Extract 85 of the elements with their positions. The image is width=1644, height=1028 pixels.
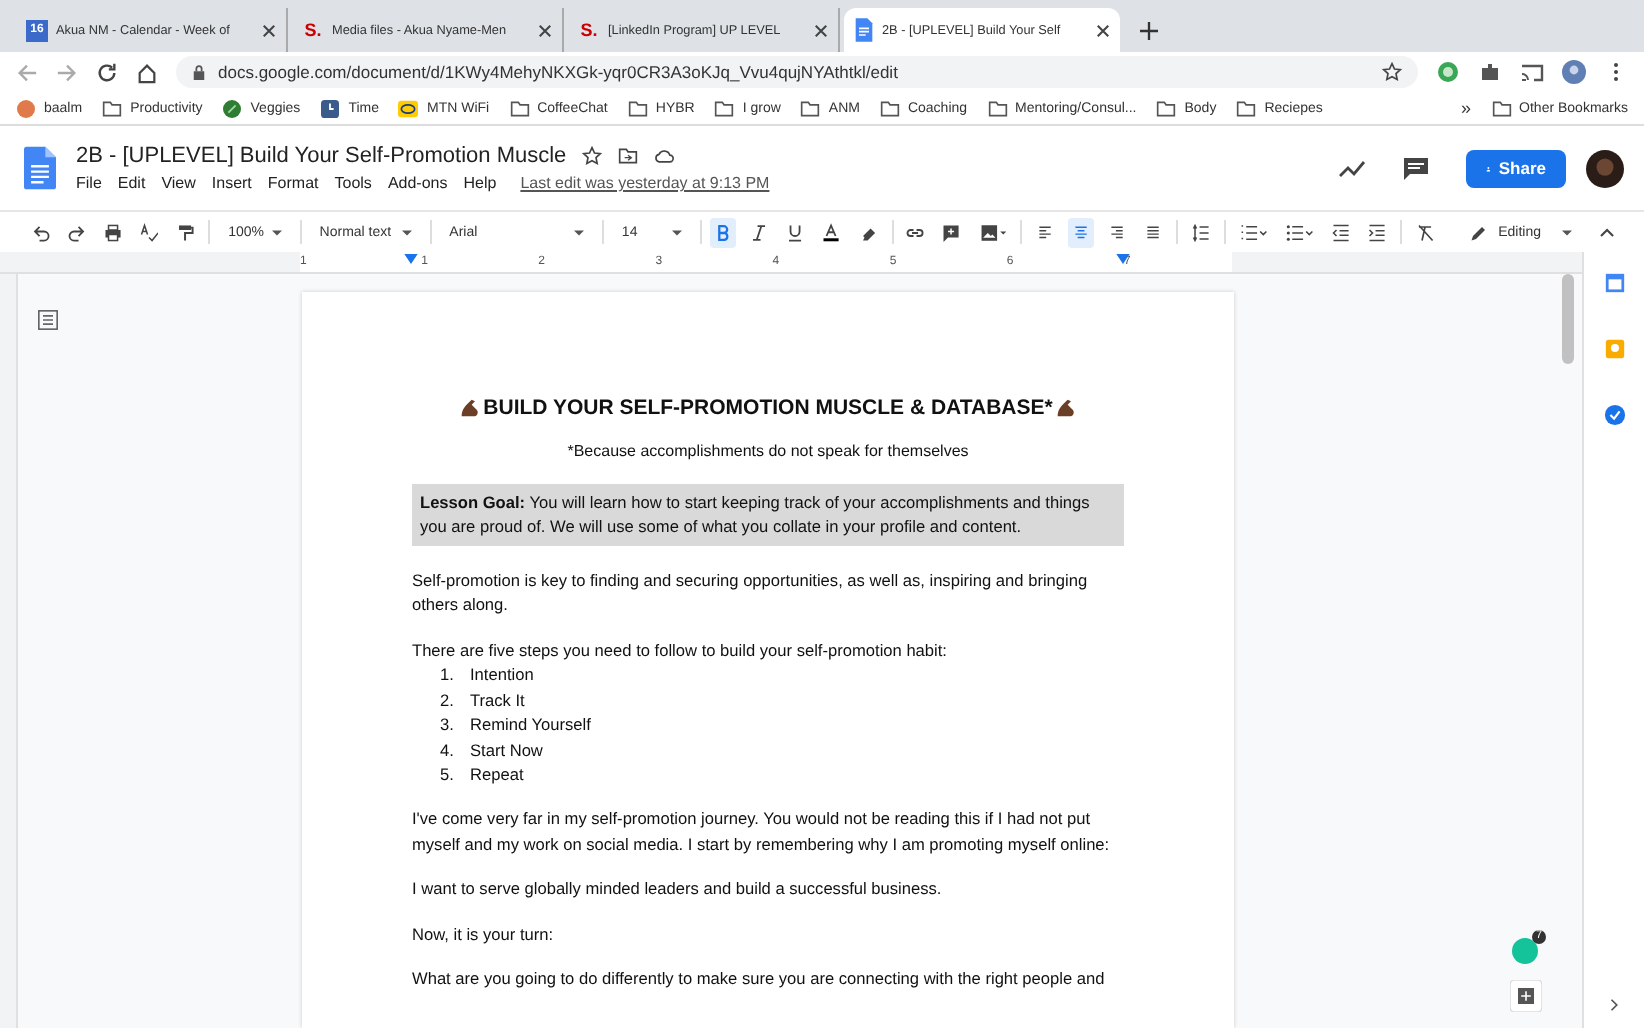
paragraph: I've come very far in my self-promotion journey. You would not be reading this if I had not put myself and my work on social media. I start by remembering why I am promoting myself online: — [412, 806, 1112, 857]
menu-item[interactable]: Add-ons — [387, 174, 448, 192]
new-tab-icon[interactable] — [1140, 22, 1158, 40]
list-number: 2. — [440, 687, 454, 713]
list-number: 1. — [440, 662, 454, 688]
folder-icon[interactable] — [618, 146, 639, 166]
calendar-icon[interactable] — [1603, 272, 1625, 294]
lesson-goal-callout: Lesson Goal: You will learn how to start keeping track of your accomplishments and things you are proud of. We will use some of what you collate in your profile and content. — [412, 484, 1124, 546]
reload-icon[interactable] — [96, 61, 118, 83]
folder-icon — [987, 99, 1008, 117]
folder-icon — [714, 99, 735, 117]
docs-logo-icon[interactable] — [24, 146, 56, 190]
list-item: Repeat — [470, 761, 524, 787]
paragraph: What are you going to do differently to make sure you are connecting with the right people and — [412, 966, 1107, 992]
profile-avatar[interactable] — [1562, 60, 1586, 84]
folder-icon — [1236, 99, 1257, 117]
folder-icon — [627, 99, 648, 117]
user-avatar[interactable] — [1586, 149, 1624, 187]
list-item: Track It — [470, 687, 525, 713]
document-title[interactable]: 2B - [UPLEVEL] Build Your Self-Promotion Muscle — [76, 144, 567, 168]
menu-item[interactable]: Help — [463, 174, 497, 192]
list-item: Intention — [470, 662, 534, 688]
list-number: 5. — [440, 761, 454, 787]
explore-button[interactable] — [1510, 980, 1542, 1012]
more-bookmarks[interactable]: » — [1461, 98, 1472, 118]
clock-icon — [320, 99, 341, 117]
caret-icon — [1562, 229, 1573, 235]
paragraph: There are five steps you need to follow to build your self-promotion habit: — [412, 637, 949, 663]
logo-icon: S. — [578, 19, 600, 41]
paragraph: I want to serve globally minded leaders and build a successful business. — [412, 876, 944, 902]
list-number: 4. — [440, 737, 454, 762]
subtitle: *Because accomplishments do not speak for themselves — [565, 442, 971, 460]
caret-icon — [574, 229, 585, 235]
folder-icon — [509, 99, 530, 117]
close-icon[interactable] — [814, 23, 828, 37]
menu-item[interactable]: Insert — [211, 174, 252, 192]
menu-item[interactable]: Tools — [334, 174, 372, 192]
indent-marker-icon[interactable] — [404, 254, 418, 264]
close-icon[interactable] — [1096, 23, 1110, 37]
menu-item[interactable]: Edit — [117, 174, 146, 192]
circle-icon — [16, 99, 36, 117]
url-text: docs.google.com/document/d/1KWy4MehyNKXGk-yqr0CR3A3oKJq_Vvu4qujNYAthtkl/edit — [218, 62, 900, 82]
logo-icon: S. — [302, 19, 324, 41]
comment-icon[interactable] — [1402, 156, 1430, 180]
scrollbar[interactable] — [1562, 274, 1574, 364]
folder-icon — [800, 99, 821, 117]
home-icon[interactable] — [136, 61, 158, 83]
extension-icon[interactable] — [1436, 60, 1460, 84]
align-center-icon[interactable] — [1068, 217, 1095, 247]
star-icon[interactable] — [582, 146, 603, 166]
caret-icon — [271, 229, 282, 235]
caret-icon — [671, 229, 682, 235]
close-icon[interactable] — [538, 23, 552, 37]
pencil-icon — [1470, 223, 1489, 241]
address-bar[interactable]: docs.google.com/document/d/1KWy4MehyNKXGk-yqr0CR3A3oKJq_Vvu4qujNYAthtkl/edit — [176, 56, 1418, 88]
folder-icon — [1491, 99, 1512, 117]
trend-icon[interactable] — [1338, 156, 1366, 180]
cast-icon[interactable] — [1520, 60, 1544, 84]
caret-icon — [401, 229, 412, 235]
lock-icon — [192, 63, 206, 81]
paragraph: Self-promotion is key to finding and securing opportunities, as well as, inspiring and bringing others along. — [412, 567, 1090, 618]
share-button[interactable]: Share — [1466, 149, 1566, 187]
document-icon — [854, 18, 874, 42]
cloud-icon[interactable] — [654, 146, 675, 166]
last-edit-link[interactable]: Last edit was yesterday at 9:13 PM — [520, 174, 770, 192]
menu-item[interactable]: View — [161, 174, 196, 192]
menu-item[interactable]: Format — [267, 174, 319, 192]
star-icon[interactable] — [1382, 62, 1402, 82]
expand-icon[interactable] — [1607, 998, 1621, 1012]
outline-icon[interactable] — [38, 310, 58, 330]
spellcheck-icon[interactable] — [136, 217, 163, 247]
check-icon[interactable] — [1603, 404, 1625, 426]
paragraph: Now, it is your turn: — [412, 921, 556, 947]
list-number: 3. — [440, 712, 454, 737]
folder-icon — [1156, 99, 1177, 117]
close-icon[interactable] — [262, 23, 276, 37]
folder-icon — [879, 99, 900, 117]
list-item: Start Now — [470, 737, 543, 762]
folder-icon — [102, 99, 123, 117]
menu-item[interactable]: File — [76, 174, 102, 192]
document-heading: BUILD YOUR SELF-PROMOTION MUSCLE & DATABASE* — [483, 396, 1053, 420]
oval-icon — [398, 99, 419, 117]
indent-marker-icon[interactable] — [1116, 254, 1130, 264]
bold-icon[interactable] — [710, 217, 737, 247]
list-item: Remind Yourself — [470, 712, 591, 737]
